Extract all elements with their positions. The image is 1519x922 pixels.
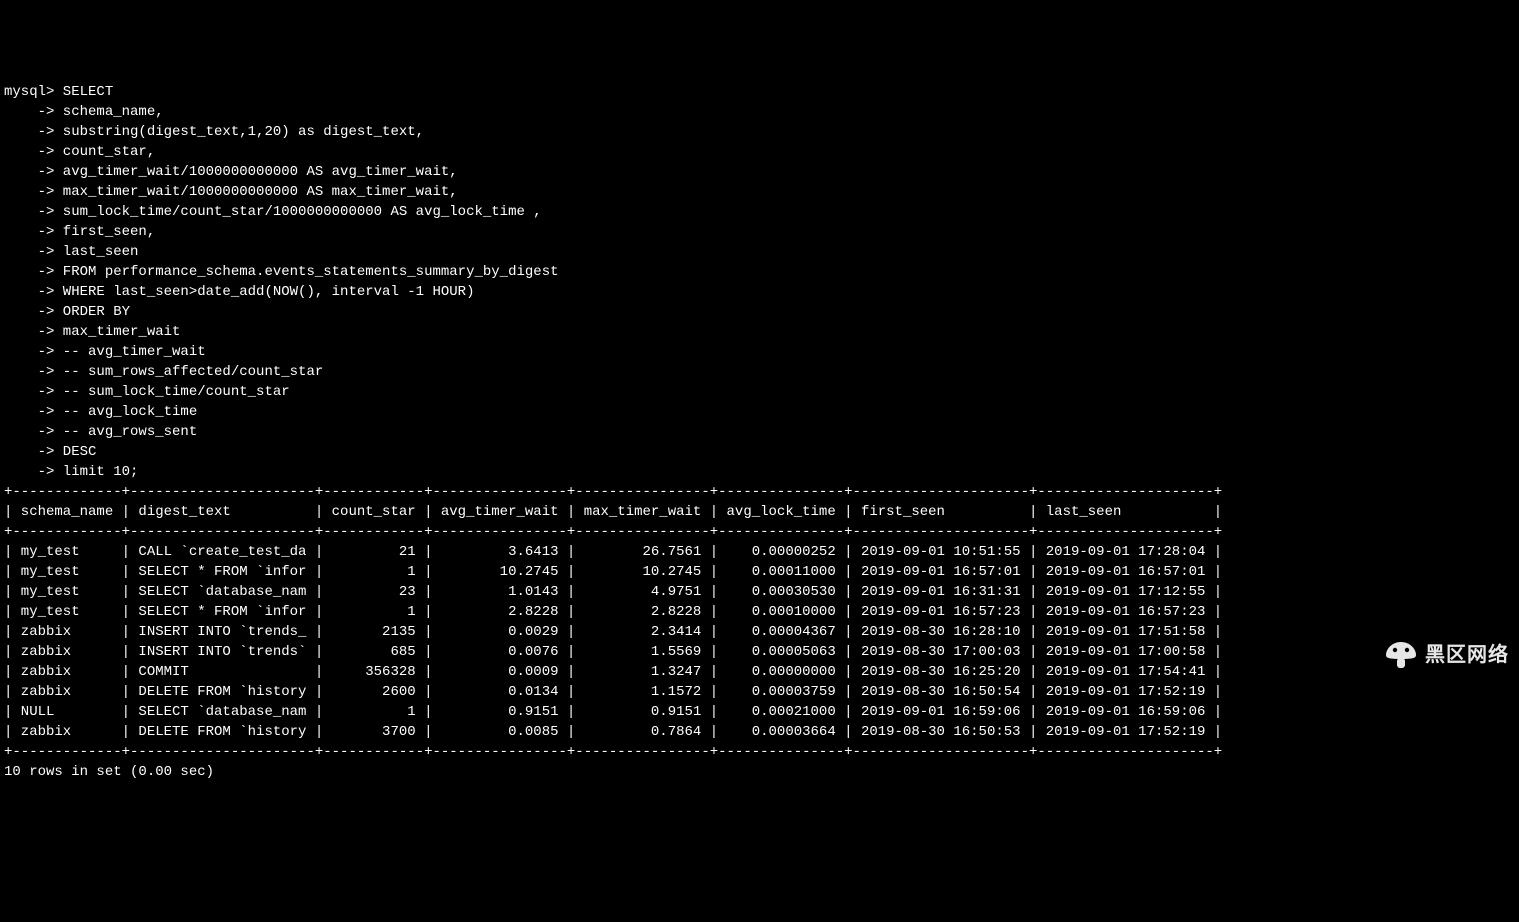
watermark-text: 黑区网络	[1425, 645, 1509, 665]
terminal-line: | zabbix | COMMIT | 356328 | 0.0009 | 1.…	[4, 662, 1519, 682]
terminal-line: +-------------+----------------------+--…	[4, 482, 1519, 502]
terminal-line: | zabbix | DELETE FROM `history | 3700 |…	[4, 722, 1519, 742]
terminal-line: | my_test | CALL `create_test_da | 21 | …	[4, 542, 1519, 562]
terminal-line: -> count_star,	[4, 142, 1519, 162]
terminal-line: -> -- avg_lock_time	[4, 402, 1519, 422]
terminal-line: -> last_seen	[4, 242, 1519, 262]
terminal-line: | my_test | SELECT * FROM `infor | 1 | 1…	[4, 562, 1519, 582]
terminal-line: mysql> SELECT	[4, 82, 1519, 102]
terminal-line: -> -- sum_rows_affected/count_star	[4, 362, 1519, 382]
terminal-line: -> DESC	[4, 442, 1519, 462]
terminal-line: 10 rows in set (0.00 sec)	[4, 762, 1519, 782]
terminal-line: -> first_seen,	[4, 222, 1519, 242]
terminal-line: -> limit 10;	[4, 462, 1519, 482]
mushroom-icon	[1383, 600, 1419, 710]
watermark: 黑区网络	[1383, 600, 1509, 710]
terminal-line: -> max_timer_wait	[4, 322, 1519, 342]
terminal-line: | my_test | SELECT `database_nam | 23 | …	[4, 582, 1519, 602]
terminal-line: -> substring(digest_text,1,20) as digest…	[4, 122, 1519, 142]
terminal-line: -> schema_name,	[4, 102, 1519, 122]
terminal-line: | zabbix | DELETE FROM `history | 2600 |…	[4, 682, 1519, 702]
terminal-line: -> -- avg_rows_sent	[4, 422, 1519, 442]
mysql-terminal-output[interactable]: mysql> SELECT -> schema_name, -> substri…	[4, 82, 1519, 782]
terminal-line: | NULL | SELECT `database_nam | 1 | 0.91…	[4, 702, 1519, 722]
terminal-line: -> FROM performance_schema.events_statem…	[4, 262, 1519, 282]
terminal-line: | zabbix | INSERT INTO `trends_ | 2135 |…	[4, 622, 1519, 642]
terminal-line: -> sum_lock_time/count_star/100000000000…	[4, 202, 1519, 222]
terminal-line: -> WHERE last_seen>date_add(NOW(), inter…	[4, 282, 1519, 302]
terminal-line: +-------------+----------------------+--…	[4, 522, 1519, 542]
terminal-line: -> avg_timer_wait/1000000000000 AS avg_t…	[4, 162, 1519, 182]
terminal-line: | my_test | SELECT * FROM `infor | 1 | 2…	[4, 602, 1519, 622]
terminal-line: +-------------+----------------------+--…	[4, 742, 1519, 762]
terminal-line: -> -- sum_lock_time/count_star	[4, 382, 1519, 402]
terminal-line: -> max_timer_wait/1000000000000 AS max_t…	[4, 182, 1519, 202]
terminal-line: | schema_name | digest_text | count_star…	[4, 502, 1519, 522]
terminal-line: -> ORDER BY	[4, 302, 1519, 322]
terminal-line: | zabbix | INSERT INTO `trends` | 685 | …	[4, 642, 1519, 662]
terminal-line: -> -- avg_timer_wait	[4, 342, 1519, 362]
